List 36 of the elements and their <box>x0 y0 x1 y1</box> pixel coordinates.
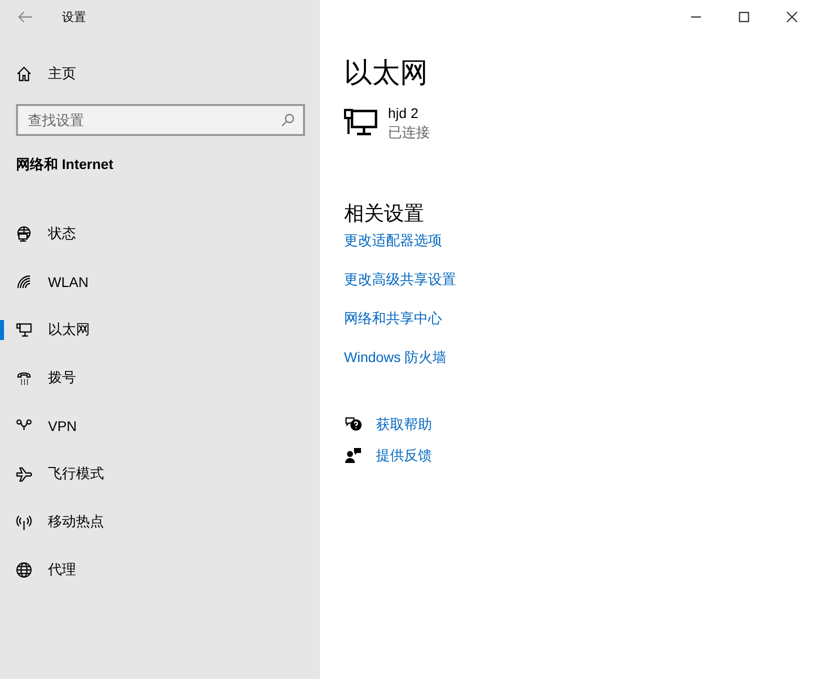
hotspot-icon <box>16 514 32 530</box>
airplane-icon <box>16 466 32 482</box>
nav-item[interactable]: 拨号 <box>0 354 320 402</box>
search-icon <box>281 113 295 127</box>
adapter-name: hjd 2 <box>388 104 420 122</box>
monitor-icon <box>16 322 32 338</box>
settings-link[interactable]: Windows 防火墙 <box>344 347 447 367</box>
globe-monitor-icon <box>16 226 32 242</box>
page-title: 以太网 <box>344 56 429 90</box>
home-link[interactable]: 主页 <box>0 50 320 98</box>
search-field[interactable]: 查找设置 <box>16 104 305 136</box>
back-arrow-icon <box>17 11 33 23</box>
adapter-item[interactable]: hjd 2 已连接 <box>344 104 816 142</box>
nav-item[interactable]: 代理 <box>0 546 320 594</box>
feedback-person-icon <box>344 446 362 464</box>
network-monitor-icon <box>344 108 378 136</box>
section-heading: 相关设置 <box>344 202 425 227</box>
help-chat-icon <box>344 415 362 433</box>
nav-item[interactable]: 状态 <box>0 210 320 258</box>
nav-item[interactable]: 以太网 <box>0 306 320 354</box>
settings-link[interactable]: 更改适配器选项 <box>344 230 442 250</box>
section-heading: 网络和 Internet <box>16 156 114 174</box>
window-title: 设置 <box>62 8 86 26</box>
globe-icon <box>16 562 32 578</box>
settings-link[interactable]: 更改高级共享设置 <box>344 269 456 289</box>
help-link[interactable]: 获取帮助 <box>376 414 432 434</box>
nav-item[interactable]: 飞行模式 <box>0 450 320 498</box>
nav-item[interactable]: WLAN <box>0 258 320 306</box>
help-link[interactable]: 提供反馈 <box>376 445 432 465</box>
nav-item[interactable]: VPN <box>0 402 320 450</box>
nav-item[interactable]: 移动热点 <box>0 498 320 546</box>
home-icon <box>16 66 32 82</box>
phone-icon <box>16 370 32 386</box>
wifi-icon <box>16 274 32 290</box>
settings-link[interactable]: 网络和共享中心 <box>344 308 442 328</box>
adapter-status: 已连接 <box>388 123 430 142</box>
